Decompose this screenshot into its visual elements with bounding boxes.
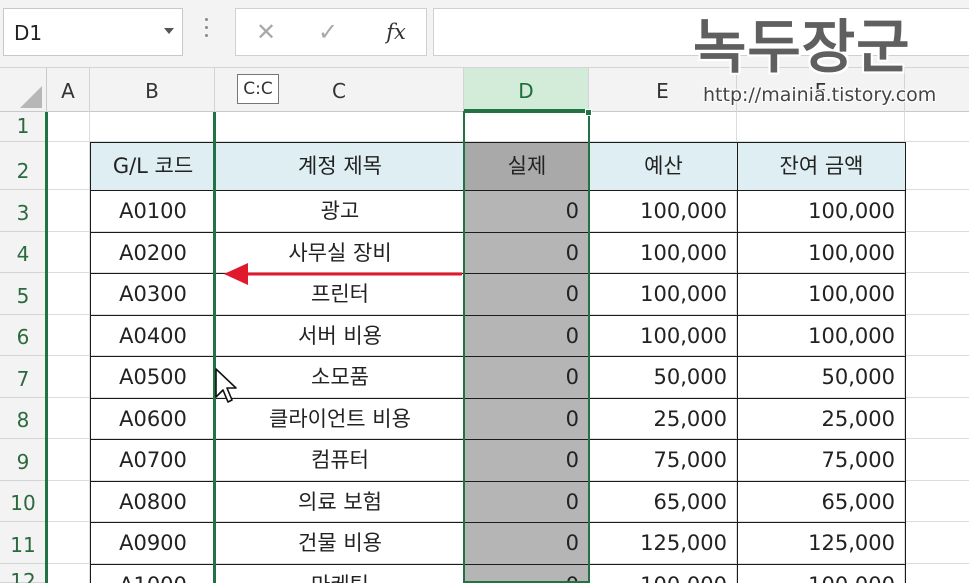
cell-remaining[interactable]: 65,000 [738, 482, 905, 522]
fill-handle[interactable] [585, 109, 592, 116]
cell-account-title[interactable]: 의료 보험 [216, 482, 464, 522]
cell-gl-code[interactable]: A0600 [91, 399, 215, 439]
cell-budget[interactable]: 50,000 [590, 357, 737, 398]
cell-gl-code[interactable]: A0700 [91, 440, 215, 481]
column-header-b[interactable]: B [90, 68, 215, 112]
cell-remaining[interactable]: 50,000 [738, 357, 905, 398]
cell-budget[interactable]: 65,000 [590, 482, 737, 522]
sheet-left-edge-line [45, 112, 48, 583]
cell-budget[interactable]: 100,000 [590, 316, 737, 356]
enter-icon[interactable]: ✓ [310, 17, 346, 47]
row-header-10[interactable]: 10 [0, 481, 47, 522]
move-arrow-icon [224, 263, 462, 285]
cell-account-title[interactable]: 서버 비용 [216, 316, 464, 356]
cell-remaining[interactable]: 75,000 [738, 440, 905, 481]
column-header-a[interactable]: A [47, 68, 90, 112]
column-header-d[interactable]: D [464, 68, 589, 112]
name-box-value: D1 [14, 21, 43, 45]
row-header-6[interactable]: 6 [0, 315, 47, 356]
table-header-account-title[interactable]: 계정 제목 [216, 143, 464, 190]
insert-function-button[interactable]: fx [378, 17, 414, 47]
cell-remaining[interactable]: 25,000 [738, 399, 905, 439]
formula-bar-grip-icon[interactable] [203, 18, 209, 44]
row-header-12[interactable]: 12 [0, 564, 47, 583]
cell-remaining[interactable]: 100,000 [738, 565, 905, 583]
row-header-4[interactable]: 4 [0, 232, 47, 273]
table-header-budget[interactable]: 예산 [590, 143, 737, 190]
cell-account-title[interactable]: 마케팅 [216, 565, 464, 583]
cell-account-title[interactable]: 광고 [216, 191, 464, 232]
mouse-cursor-icon [215, 368, 237, 403]
insert-position-line [213, 112, 216, 583]
cell-remaining[interactable]: 125,000 [738, 523, 905, 564]
cell-gl-code[interactable]: A0500 [91, 357, 215, 398]
cell-gl-code[interactable]: A0400 [91, 316, 215, 356]
row-header-9[interactable]: 9 [0, 439, 47, 481]
cell-account-title[interactable]: 클라이언트 비용 [216, 399, 464, 439]
cell-budget[interactable]: 25,000 [590, 399, 737, 439]
cell-budget[interactable]: 75,000 [590, 440, 737, 481]
table-header-remaining[interactable]: 잔여 금액 [738, 143, 905, 190]
cell-account-title[interactable]: 컴퓨터 [216, 440, 464, 481]
drag-target-tooltip: C:C [237, 74, 279, 104]
cell-account-title[interactable]: 건물 비용 [216, 523, 464, 564]
cell-remaining[interactable]: 100,000 [738, 233, 905, 273]
row-header-3[interactable]: 3 [0, 190, 47, 232]
cell-budget[interactable]: 100,000 [590, 274, 737, 315]
name-box[interactable]: D1 [3, 8, 183, 56]
cell-budget[interactable]: 100,000 [590, 565, 737, 583]
row-header-5[interactable]: 5 [0, 273, 47, 315]
cell-gl-code[interactable]: A1000 [91, 565, 215, 583]
cell-remaining[interactable]: 100,000 [738, 316, 905, 356]
cell-gl-code[interactable]: A0300 [91, 274, 215, 315]
row-header-7[interactable]: 7 [0, 356, 47, 398]
cell-budget[interactable]: 100,000 [590, 233, 737, 273]
cell-account-title[interactable]: 소모품 [216, 357, 464, 398]
watermark-title: 녹두장군 [693, 13, 911, 81]
row-header-2[interactable]: 2 [0, 142, 47, 190]
row-header-1[interactable]: 1 [0, 112, 47, 142]
column-d-selection[interactable] [463, 111, 590, 583]
watermark-url: http://mainia.tistory.com [703, 84, 937, 106]
row-header-8[interactable]: 8 [0, 398, 47, 439]
cell-gl-code[interactable]: A0100 [91, 191, 215, 232]
row-header-11[interactable]: 11 [0, 522, 47, 564]
cell-gl-code[interactable]: A0200 [91, 233, 215, 273]
table-header-gl-code[interactable]: G/L 코드 [91, 143, 215, 190]
cell-remaining[interactable]: 100,000 [738, 274, 905, 315]
cancel-icon[interactable]: ✕ [248, 17, 284, 47]
cell-gl-code[interactable]: A0900 [91, 523, 215, 564]
cell-gl-code[interactable]: A0800 [91, 482, 215, 522]
cell-budget[interactable]: 100,000 [590, 191, 737, 232]
cell-remaining[interactable]: 100,000 [738, 191, 905, 232]
cell-budget[interactable]: 125,000 [590, 523, 737, 564]
name-box-dropdown-icon[interactable] [164, 28, 174, 34]
formula-buttons: ✕ ✓ fx [235, 8, 427, 56]
select-all-corner[interactable] [0, 68, 47, 112]
